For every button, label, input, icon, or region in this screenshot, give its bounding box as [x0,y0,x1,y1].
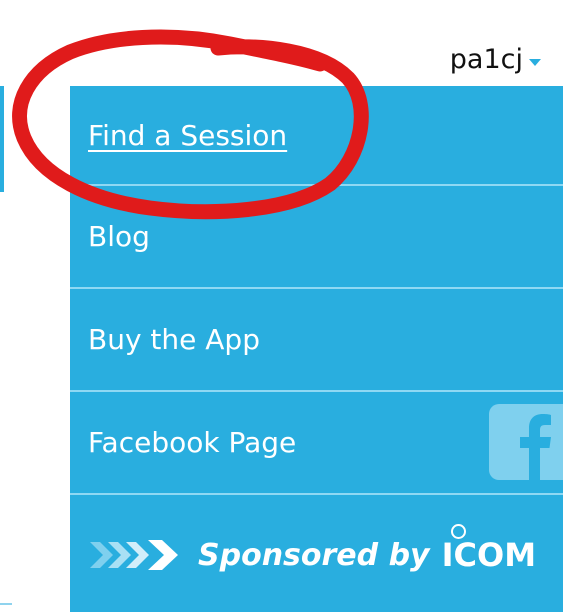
chevron-down-icon [529,59,541,66]
icom-logo: ICOM [441,524,537,574]
menu-item-blog[interactable]: Blog [70,186,563,289]
user-dropdown-menu: Find a Session Blog Buy the App Facebook… [70,86,563,612]
menu-item-facebook-page[interactable]: Facebook Page [70,392,563,495]
icom-logo-text: ICOM [441,536,537,574]
menu-item-label[interactable]: Buy the App [88,323,260,356]
username: pa1cj [449,44,523,75]
user-menu-toggle[interactable]: pa1cj [450,44,541,75]
menu-item-find-a-session[interactable]: Find a Session [70,86,563,186]
page-content-edge [0,86,4,192]
menu-item-buy-the-app[interactable]: Buy the App [70,289,563,392]
sponsor-banner[interactable]: Sponsored by ICOM [70,498,563,612]
menu-item-label[interactable]: Blog [88,220,150,253]
menu-item-label[interactable]: Facebook Page [88,426,296,459]
menu-item-label[interactable]: Find a Session [88,119,287,152]
page-content-edge-bottom [0,603,12,605]
facebook-icon[interactable] [489,404,563,480]
sponsor-text: Sponsored by [198,537,430,573]
chevron-arrows-icon [90,538,182,572]
icom-logo-ring [450,524,466,539]
